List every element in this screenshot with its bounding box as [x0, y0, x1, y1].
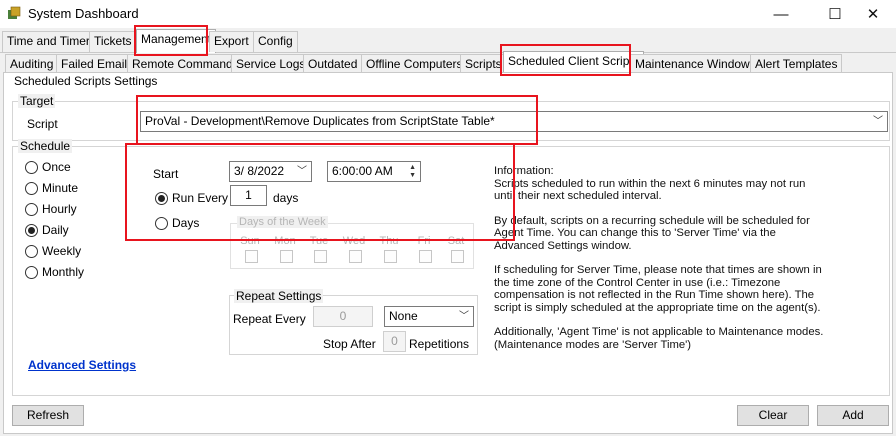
repeat-unit-value: None — [389, 309, 418, 323]
run-every-input[interactable]: 1 — [230, 185, 267, 206]
dow-label-sat: Sat — [447, 235, 465, 247]
checkbox-sun[interactable] — [245, 250, 258, 263]
script-label: Script — [27, 117, 58, 131]
dow-label-wed: Wed — [342, 235, 366, 247]
dow-label-thu: Thu — [379, 235, 399, 247]
add-button[interactable]: Add — [817, 405, 889, 426]
dow-label-sun: Sun — [240, 235, 260, 247]
repetitions-label: Repetitions — [409, 337, 470, 351]
radio-once[interactable]: Once — [25, 159, 71, 175]
minimize-icon: — — [773, 5, 789, 23]
start-label: Start — [153, 167, 179, 181]
script-select-value: ProVal - Development\Remove Duplicates f… — [145, 114, 495, 128]
app-icon — [8, 6, 21, 19]
radio-hourly[interactable]: Hourly — [25, 201, 77, 217]
tab-tickets[interactable]: Tickets — [89, 31, 137, 52]
days-unit-label: days — [273, 191, 299, 205]
checkbox-fri[interactable] — [419, 250, 432, 263]
schedule-group-label: Schedule — [18, 139, 73, 153]
checkbox-wed[interactable] — [349, 250, 362, 263]
days-of-week-label: Days of the Week — [237, 216, 328, 228]
radio-days[interactable]: Days — [155, 215, 199, 231]
stop-after-label: Stop After — [323, 337, 376, 351]
checkbox-sat[interactable] — [451, 250, 464, 263]
chevron-down-icon: ﹀ — [873, 116, 883, 127]
advanced-settings-link[interactable]: Advanced Settings — [28, 358, 136, 372]
tab-config[interactable]: Config — [253, 31, 298, 52]
title-bar: System Dashboard — ☐ ✕ — [0, 0, 896, 28]
panel-title: Scheduled Scripts Settings — [14, 74, 158, 88]
tab-strip-line — [0, 52, 896, 53]
dow-label-tue: Tue — [309, 235, 329, 247]
start-date-picker[interactable]: 3/ 8/2022 ﹀ — [229, 161, 312, 182]
spinner-icon: ▲ ▼ — [409, 164, 416, 179]
info-paragraph: By default, scripts on a recurring sched… — [494, 214, 810, 252]
close-button[interactable]: ✕ — [850, 0, 896, 28]
refresh-button[interactable]: Refresh — [12, 405, 84, 426]
clear-button[interactable]: Clear — [737, 405, 809, 426]
start-date-value: 3/ 8/2022 — [234, 164, 285, 178]
repeat-every-input[interactable]: 0 — [313, 306, 373, 327]
dow-label-fri: Fri — [417, 235, 431, 247]
close-icon: ✕ — [866, 6, 880, 23]
maximize-icon: ☐ — [828, 6, 842, 23]
checkbox-mon[interactable] — [280, 250, 293, 263]
target-group-label: Target — [18, 94, 56, 108]
info-paragraph: Information: Scripts scheduled to run wi… — [494, 165, 806, 202]
radio-weekly[interactable]: Weekly — [25, 243, 81, 259]
minimize-button[interactable]: — — [758, 0, 804, 28]
start-time-value: 6:00:00 AM — [332, 164, 393, 178]
repeat-unit-select[interactable]: None ﹀ — [384, 306, 474, 327]
repeat-every-label: Repeat Every — [233, 312, 306, 326]
subtab-scheduled-client-scripts[interactable]: Scheduled Client Scripts — [503, 51, 644, 73]
info-paragraph: If scheduling for Server Time, please no… — [494, 264, 822, 314]
checkbox-thu[interactable] — [384, 250, 397, 263]
info-paragraph: Additionally, 'Agent Time' is not applic… — [494, 326, 824, 351]
stop-after-input[interactable]: 0 — [383, 331, 406, 352]
chevron-down-icon: ﹀ — [297, 166, 307, 177]
script-select[interactable]: ProVal - Development\Remove Duplicates f… — [140, 111, 888, 132]
window-title: System Dashboard — [28, 6, 139, 21]
dow-label-mon: Mon — [274, 235, 296, 247]
tab-export[interactable]: Export — [209, 31, 254, 52]
tab-time-and-timers[interactable]: Time and Timers — [2, 31, 101, 52]
start-time-picker[interactable]: 6:00:00 AM ▲ ▼ — [327, 161, 421, 182]
information-text: Information: Scripts scheduled to run wi… — [494, 165, 824, 363]
repeat-settings-label: Repeat Settings — [234, 289, 324, 303]
radio-run-every[interactable]: Run Every — [155, 190, 228, 206]
radio-monthly[interactable]: Monthly — [25, 264, 84, 280]
chevron-down-icon: ﹀ — [459, 311, 469, 322]
radio-daily[interactable]: Daily — [25, 222, 69, 238]
tab-management[interactable]: Management — [136, 29, 217, 53]
radio-minute[interactable]: Minute — [25, 180, 78, 196]
checkbox-tue[interactable] — [314, 250, 327, 263]
